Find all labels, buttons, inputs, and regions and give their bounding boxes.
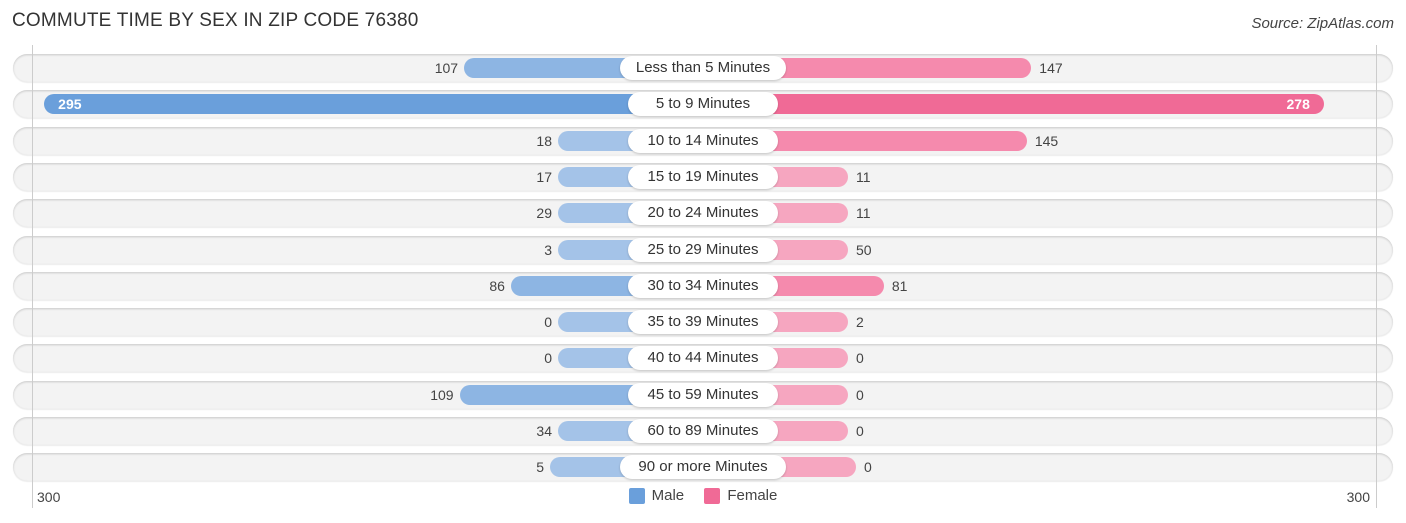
value-label-male: 107 bbox=[434, 60, 459, 76]
male-swatch-icon bbox=[628, 487, 645, 504]
category-label: 40 to 44 Minutes bbox=[628, 346, 778, 371]
category-label: 5 to 9 Minutes bbox=[628, 92, 778, 117]
value-label-male: 0 bbox=[544, 350, 552, 367]
value-label-male: 86 bbox=[489, 277, 505, 294]
value-label-female: 2 bbox=[856, 314, 864, 331]
value-label-female: 11 bbox=[856, 205, 871, 222]
chart-title: COMMUTE TIME BY SEX IN ZIP CODE 76380 bbox=[12, 10, 419, 31]
category-label: 20 to 24 Minutes bbox=[628, 201, 778, 226]
value-label-male: 18 bbox=[536, 132, 552, 149]
legend-item-female[interactable]: Female bbox=[704, 487, 777, 504]
bar-female[interactable] bbox=[703, 94, 1324, 115]
value-label-female: 0 bbox=[856, 350, 864, 367]
value-label-male: 5 bbox=[536, 459, 544, 476]
value-label-female: 0 bbox=[864, 459, 872, 476]
value-label-male: 17 bbox=[536, 168, 552, 185]
value-label-female: 81 bbox=[891, 277, 908, 294]
value-label-female: 145 bbox=[1034, 132, 1059, 149]
category-label: 60 to 89 Minutes bbox=[628, 419, 778, 443]
value-label-female: 278 bbox=[1286, 96, 1310, 113]
female-swatch-icon bbox=[704, 487, 721, 504]
category-label: 25 to 29 Minutes bbox=[628, 237, 778, 262]
legend-label-male: Male bbox=[651, 487, 685, 504]
category-label: 45 to 59 Minutes bbox=[628, 382, 778, 407]
axis-line-right bbox=[1376, 45, 1377, 508]
legend: Male Female bbox=[0, 487, 1406, 508]
value-label-female: 50 bbox=[856, 241, 872, 258]
category-label: 10 to 14 Minutes bbox=[628, 128, 778, 153]
value-label-male: 295 bbox=[58, 96, 82, 113]
category-label: Less than 5 Minutes bbox=[620, 56, 786, 80]
category-label: 35 to 39 Minutes bbox=[628, 310, 778, 335]
category-label: 15 to 19 Minutes bbox=[628, 164, 778, 189]
value-label-male: 34 bbox=[536, 423, 552, 439]
value-label-female: 11 bbox=[856, 168, 871, 185]
legend-item-male[interactable]: Male bbox=[628, 487, 685, 504]
axis-line-left bbox=[32, 45, 33, 508]
value-label-female: 147 bbox=[1039, 60, 1063, 76]
value-label-female: 0 bbox=[856, 386, 864, 403]
value-label-male: 109 bbox=[430, 386, 454, 403]
value-label-male: 29 bbox=[536, 205, 552, 222]
legend-label-female: Female bbox=[727, 487, 778, 504]
category-label: 30 to 34 Minutes bbox=[628, 273, 778, 298]
category-label: 90 or more Minutes bbox=[620, 455, 786, 480]
value-label-male: 0 bbox=[544, 314, 552, 331]
source-label: Source: ZipAtlas.com bbox=[1251, 15, 1394, 32]
value-label-female: 0 bbox=[856, 423, 864, 439]
bar-male[interactable] bbox=[44, 94, 703, 115]
value-label-male: 3 bbox=[544, 241, 552, 258]
